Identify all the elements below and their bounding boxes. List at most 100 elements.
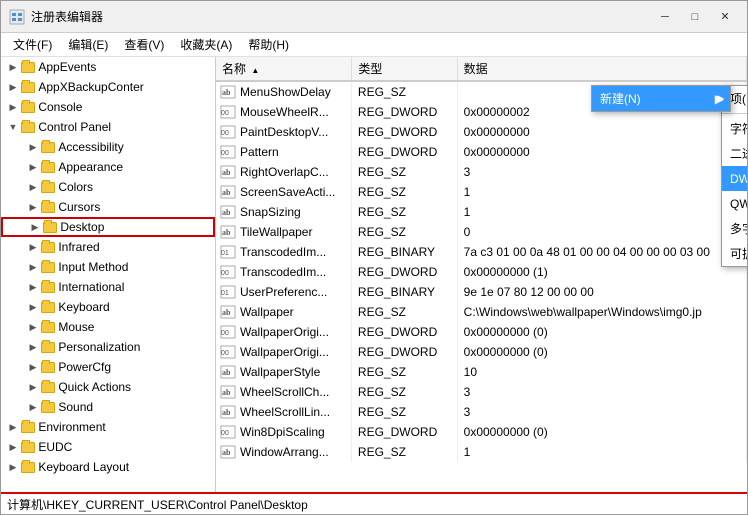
table-row[interactable]: 01TranscodedIm...REG_BINARY7a c3 01 00 0… bbox=[216, 242, 747, 262]
folder-icon bbox=[21, 442, 35, 453]
expand-icon[interactable]: ▶ bbox=[5, 459, 21, 475]
expand-icon[interactable]: ▶ bbox=[25, 359, 41, 375]
table-row[interactable]: abTileWallpaperREG_SZ0 bbox=[216, 222, 747, 242]
tree-item-keyboardlayout[interactable]: ▶ Keyboard Layout bbox=[1, 457, 215, 477]
window-title: 注册表编辑器 bbox=[31, 8, 651, 25]
expand-icon[interactable]: ▶ bbox=[5, 419, 21, 435]
col-value[interactable]: 数据 bbox=[457, 57, 746, 81]
tree-item-appearance[interactable]: ▶ Appearance bbox=[1, 157, 215, 177]
tree-label: Keyboard bbox=[58, 300, 109, 314]
menu-favorites[interactable]: 收藏夹(A) bbox=[172, 33, 240, 56]
tree-item-personalization[interactable]: ▶ Personalization bbox=[1, 337, 215, 357]
tree-item-sound[interactable]: ▶ Sound bbox=[1, 397, 215, 417]
table-row[interactable]: abWallpaperStyleREG_SZ10 bbox=[216, 362, 747, 382]
expand-icon[interactable]: ▶ bbox=[25, 159, 41, 175]
svg-text:ab: ab bbox=[222, 448, 231, 457]
tree-label: Accessibility bbox=[58, 140, 123, 154]
col-type[interactable]: 类型 bbox=[352, 57, 457, 81]
row-type: REG_SZ bbox=[352, 442, 457, 462]
expand-icon[interactable]: ▶ bbox=[27, 219, 43, 235]
row-name: MouseWheelR... bbox=[240, 105, 329, 119]
tree-item-keyboard[interactable]: ▶ Keyboard bbox=[1, 297, 215, 317]
reg-icon: ab bbox=[220, 385, 236, 399]
reg-icon: 00 bbox=[220, 125, 236, 139]
row-name: WheelScrollLin... bbox=[240, 405, 330, 419]
expand-icon[interactable]: ▶ bbox=[5, 59, 21, 75]
tree-item-appevents[interactable]: ▶ AppEvents bbox=[1, 57, 215, 77]
row-type: REG_SZ bbox=[352, 382, 457, 402]
expand-icon[interactable]: ▶ bbox=[25, 179, 41, 195]
reg-icon: 00 bbox=[220, 425, 236, 439]
tree-item-powercfg[interactable]: ▶ PowerCfg bbox=[1, 357, 215, 377]
tree-item-environment[interactable]: ▶ Environment bbox=[1, 417, 215, 437]
menu-edit[interactable]: 编辑(E) bbox=[60, 33, 116, 56]
table-row[interactable]: 00PaintDesktopV...REG_DWORD0x00000000 bbox=[216, 122, 747, 142]
expand-icon[interactable]: ▶ bbox=[5, 99, 21, 115]
folder-icon bbox=[41, 262, 55, 273]
tree-item-cursors[interactable]: ▶ Cursors bbox=[1, 197, 215, 217]
minimize-button[interactable]: ─ bbox=[651, 6, 679, 28]
reg-icon: 00 bbox=[220, 145, 236, 159]
row-value: 0x00000000 (0) bbox=[457, 322, 746, 342]
table-row[interactable]: abWheelScrollCh...REG_SZ3 bbox=[216, 382, 747, 402]
folder-icon bbox=[41, 342, 55, 353]
tree-label: Keyboard Layout bbox=[38, 460, 129, 474]
tree-item-quickactions[interactable]: ▶ Quick Actions bbox=[1, 377, 215, 397]
table-row[interactable]: abWallpaperREG_SZC:\Windows\web\wallpape… bbox=[216, 302, 747, 322]
expand-icon[interactable]: ▶ bbox=[5, 79, 21, 95]
table-row[interactable]: abWheelScrollLin...REG_SZ3 bbox=[216, 402, 747, 422]
expand-icon[interactable]: ▶ bbox=[25, 199, 41, 215]
status-bar: 计算机\HKEY_CURRENT_USER\Control Panel\Desk… bbox=[1, 492, 747, 514]
app-icon bbox=[9, 9, 25, 25]
expand-icon[interactable]: ▶ bbox=[25, 279, 41, 295]
table-row[interactable]: 00WallpaperOrigi...REG_DWORD0x00000000 (… bbox=[216, 322, 747, 342]
menu-file[interactable]: 文件(F) bbox=[5, 33, 60, 56]
reg-icon: ab bbox=[220, 305, 236, 319]
expand-icon[interactable]: ▶ bbox=[25, 239, 41, 255]
col-name[interactable]: 名称 ▲ bbox=[216, 57, 352, 81]
tree-item-colors[interactable]: ▶ Colors bbox=[1, 177, 215, 197]
expand-icon[interactable]: ▶ bbox=[25, 299, 41, 315]
table-row[interactable]: abWindowArrang...REG_SZ1 bbox=[216, 442, 747, 462]
tree-label: Appearance bbox=[58, 160, 123, 174]
table-row[interactable]: abRightOverlapC...REG_SZ3 bbox=[216, 162, 747, 182]
tree-item-console[interactable]: ▶ Console bbox=[1, 97, 215, 117]
table-row[interactable]: 00WallpaperOrigi...REG_DWORD0x00000000 (… bbox=[216, 342, 747, 362]
table-row[interactable]: 00PatternREG_DWORD0x00000000 bbox=[216, 142, 747, 162]
tree-label: Input Method bbox=[58, 260, 128, 274]
expand-icon[interactable]: ▶ bbox=[25, 399, 41, 415]
expand-icon[interactable]: ▶ bbox=[25, 259, 41, 275]
expand-icon[interactable]: ▼ bbox=[5, 119, 21, 135]
tree-item-desktop[interactable]: ▶ Desktop bbox=[1, 217, 215, 237]
tree-item-international[interactable]: ▶ International bbox=[1, 277, 215, 297]
tree-item-mouse[interactable]: ▶ Mouse bbox=[1, 317, 215, 337]
close-button[interactable]: ✕ bbox=[711, 6, 739, 28]
table-row[interactable]: abScreenSaveActi...REG_SZ1 bbox=[216, 182, 747, 202]
menu-view[interactable]: 查看(V) bbox=[116, 33, 172, 56]
expand-icon[interactable]: ▶ bbox=[25, 379, 41, 395]
tree-item-infrared[interactable]: ▶ Infrared bbox=[1, 237, 215, 257]
tree-item-controlpanel[interactable]: ▼ Control Panel bbox=[1, 117, 215, 137]
expand-icon[interactable]: ▶ bbox=[25, 339, 41, 355]
row-type: REG_DWORD bbox=[352, 262, 457, 282]
expand-icon[interactable]: ▶ bbox=[25, 139, 41, 155]
status-path: 计算机\HKEY_CURRENT_USER\Control Panel\Desk… bbox=[7, 496, 308, 513]
expand-icon[interactable]: ▶ bbox=[25, 319, 41, 335]
expand-icon[interactable]: ▶ bbox=[5, 439, 21, 455]
row-name: ScreenSaveActi... bbox=[240, 185, 335, 199]
row-name: MenuShowDelay bbox=[240, 85, 331, 99]
tree-item-appxbackup[interactable]: ▶ AppXBackupConter bbox=[1, 77, 215, 97]
context-menu[interactable]: 新建(N) ▶ bbox=[591, 85, 731, 112]
row-type: REG_DWORD bbox=[352, 342, 457, 362]
tree-item-inputmethod[interactable]: ▶ Input Method bbox=[1, 257, 215, 277]
tree-item-accessibility[interactable]: ▶ Accessibility bbox=[1, 137, 215, 157]
menu-help[interactable]: 帮助(H) bbox=[240, 33, 297, 56]
table-row[interactable]: 01UserPreferenc...REG_BINARY9e 1e 07 80 … bbox=[216, 282, 747, 302]
maximize-button[interactable]: □ bbox=[681, 6, 709, 28]
reg-icon: ab bbox=[220, 165, 236, 179]
table-row[interactable]: 00Win8DpiScalingREG_DWORD0x00000000 (0) bbox=[216, 422, 747, 442]
tree-item-eudc[interactable]: ▶ EUDC bbox=[1, 437, 215, 457]
table-row[interactable]: abSnapSizingREG_SZ1 bbox=[216, 202, 747, 222]
table-row[interactable]: 00TranscodedIm...REG_DWORD0x00000000 (1) bbox=[216, 262, 747, 282]
ctx-new[interactable]: 新建(N) ▶ bbox=[592, 86, 730, 111]
